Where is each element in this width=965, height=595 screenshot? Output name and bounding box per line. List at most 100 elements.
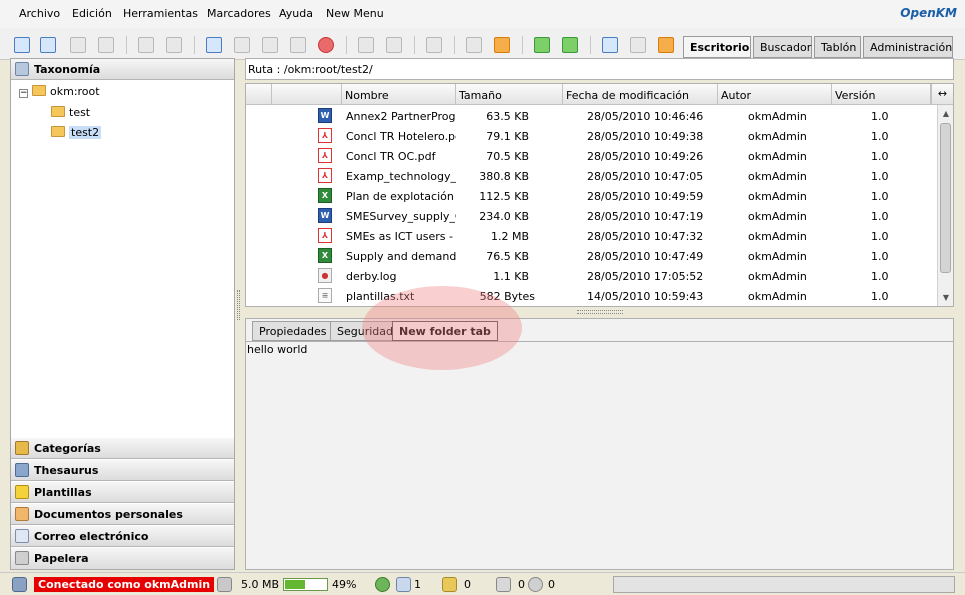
tab-seguridad[interactable]: Seguridad — [330, 321, 400, 341]
remove-property-group-icon[interactable] — [386, 37, 402, 53]
uploader-icon[interactable] — [658, 37, 674, 53]
column-header-status — [246, 84, 272, 105]
chat-icon[interactable] — [396, 577, 411, 592]
table-row[interactable]: ≡ plantillas.txt 582 Bytes 14/05/2010 10… — [246, 286, 936, 306]
menu-new-menu[interactable]: New Menu — [326, 7, 384, 20]
table-row[interactable]: ⅄ Concl TR OC.pdf 70.5 KB 28/05/2010 10:… — [246, 146, 936, 166]
cell-name: Supply and demand N — [346, 250, 456, 263]
add-subscription-icon[interactable] — [466, 37, 482, 53]
tab-new-folder[interactable]: New folder tab — [392, 321, 498, 341]
workflow-icon[interactable] — [426, 37, 442, 53]
panel-header-taxonomia[interactable]: Taxonomía — [11, 59, 234, 80]
scanner-icon[interactable] — [602, 37, 618, 53]
folder-icon — [51, 126, 65, 137]
tag-icon[interactable] — [496, 577, 511, 592]
panel-header-plantillas[interactable]: Plantillas — [11, 482, 234, 503]
column-header-icon — [272, 84, 342, 105]
lock-icon[interactable] — [442, 577, 457, 592]
scroll-thumb[interactable] — [940, 123, 951, 273]
cell-name: Concl TR OC.pdf — [346, 150, 436, 163]
table-row[interactable]: X Supply and demand N 76.5 KB 28/05/2010… — [246, 246, 936, 266]
cell-author: okmAdmin — [748, 170, 807, 183]
menu-marcadores[interactable]: Marcadores — [207, 7, 271, 20]
menu-herramientas[interactable]: Herramientas — [123, 7, 198, 20]
tab-administracion[interactable]: Administración — [863, 36, 953, 58]
cell-author: okmAdmin — [748, 210, 807, 223]
add-property-group-icon[interactable] — [358, 37, 374, 53]
gear-icon[interactable] — [528, 577, 543, 592]
trash-icon — [15, 551, 29, 565]
menu-archivo[interactable]: Archivo — [19, 7, 60, 20]
cell-version: 1.0 — [871, 130, 889, 143]
tab-buscador[interactable]: Buscador — [753, 36, 812, 58]
vertical-splitter[interactable] — [237, 290, 240, 320]
column-header-tamano[interactable]: Tamaño — [456, 84, 563, 105]
log-file-icon: ● — [318, 268, 332, 283]
users-count: 1 — [414, 578, 421, 591]
cancel-checkout-icon[interactable] — [290, 37, 306, 53]
menu-ayuda[interactable]: Ayuda — [279, 7, 313, 20]
panel-header-label: Taxonomía — [34, 63, 101, 76]
create-folder-icon[interactable] — [14, 37, 30, 53]
cell-date: 14/05/2010 10:59:43 — [587, 290, 704, 303]
panel-header-label: Correo electrónico — [34, 530, 149, 543]
lock-document-icon[interactable] — [70, 37, 86, 53]
table-row[interactable]: W Annex2 PartnerProgre 63.5 KB 28/05/201… — [246, 106, 936, 126]
panel-header-documentos-personales[interactable]: Documentos personales — [11, 504, 234, 525]
panel-header-correo[interactable]: Correo electrónico — [11, 526, 234, 547]
add-document-icon[interactable] — [206, 37, 222, 53]
tasks-count: 0 — [548, 578, 555, 591]
tab-propiedades[interactable]: Propiedades — [252, 321, 334, 341]
table-row[interactable]: ⅄ Examp_technology_m 380.8 KB 28/05/2010… — [246, 166, 936, 186]
panel-header-papelera[interactable]: Papelera — [11, 548, 234, 569]
panel-header-categorias[interactable]: Categorías — [11, 438, 234, 459]
table-row[interactable]: X Plan de explotación C 112.5 KB 28/05/2… — [246, 186, 936, 206]
user-icon[interactable] — [375, 577, 390, 592]
edit-document-icon[interactable] — [234, 37, 250, 53]
column-header-fecha[interactable]: Fecha de modificación — [563, 84, 718, 105]
scroll-down-icon[interactable]: ▼ — [941, 293, 951, 303]
expand-columns-icon[interactable]: ↔ — [931, 84, 953, 105]
table-row[interactable]: W SMESurvey_supply_G 234.0 KB 28/05/2010… — [246, 206, 936, 226]
table-row[interactable]: ⅄ SMEs as ICT users - s 1.2 MB 28/05/201… — [246, 226, 936, 246]
cell-name: Annex2 PartnerProgre — [346, 110, 456, 123]
checkin-document-icon[interactable] — [262, 37, 278, 53]
panel-header-thesaurus[interactable]: Thesaurus — [11, 460, 234, 481]
column-header-autor[interactable]: Autor — [718, 84, 832, 105]
column-header-nombre[interactable]: Nombre — [342, 84, 456, 105]
toolbar-separator — [522, 36, 523, 54]
home-icon[interactable] — [562, 37, 578, 53]
remove-subscription-icon[interactable] — [494, 37, 510, 53]
cell-date: 28/05/2010 10:47:49 — [587, 250, 704, 263]
tab-escritorio[interactable]: Escritorio — [683, 36, 751, 58]
text-file-icon: ≡ — [318, 288, 332, 303]
horizontal-splitter[interactable] — [577, 310, 623, 314]
cell-name: SMEs as ICT users - s — [346, 230, 456, 243]
unlock-document-icon[interactable] — [98, 37, 114, 53]
vertical-scrollbar[interactable]: ▲ ▼ — [937, 105, 953, 306]
tree-node-test2[interactable]: test2 — [51, 126, 102, 139]
pdf-file-icon: ⅄ — [318, 228, 332, 243]
tab-tablon[interactable]: Tablón — [814, 36, 861, 58]
print-icon[interactable] — [630, 37, 646, 53]
status-message-area — [613, 576, 955, 593]
delete-icon[interactable] — [318, 37, 334, 53]
column-header-version[interactable]: Versión — [832, 84, 931, 105]
toolbar-separator — [126, 36, 127, 54]
refresh-icon[interactable] — [534, 37, 550, 53]
add-user-icon[interactable] — [138, 37, 154, 53]
find-folder-icon[interactable] — [40, 37, 56, 53]
table-row[interactable]: ⅄ Concl TR Hotelero.pdf 79.1 KB 28/05/20… — [246, 126, 936, 146]
tree-node-test[interactable]: test — [51, 106, 90, 119]
scroll-up-icon[interactable]: ▲ — [941, 109, 951, 119]
menu-edicion[interactable]: Edición — [72, 7, 112, 20]
panel-header-label: Papelera — [34, 552, 89, 565]
tree-node-root[interactable]: − okm:root — [19, 85, 100, 98]
collapse-icon[interactable]: − — [19, 89, 28, 98]
toolbar-separator — [194, 36, 195, 54]
remove-user-icon[interactable] — [166, 37, 182, 53]
cell-name: derby.log — [346, 270, 397, 283]
table-row[interactable]: ● derby.log 1.1 KB 28/05/2010 17:05:52 o… — [246, 266, 936, 286]
folder-open-icon — [32, 85, 46, 96]
cell-author: okmAdmin — [748, 290, 807, 303]
